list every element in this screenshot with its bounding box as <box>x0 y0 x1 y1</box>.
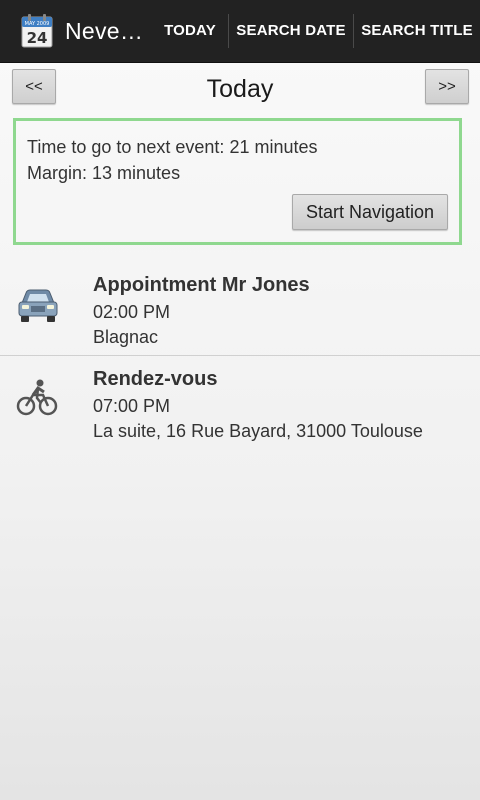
actionbar-divider <box>353 14 354 48</box>
start-navigation-button[interactable]: Start Navigation <box>292 194 448 230</box>
margin-text: Margin: 13 minutes <box>27 163 181 183</box>
actionbar-divider <box>228 14 229 48</box>
svg-text:24: 24 <box>27 29 48 47</box>
time-to-next-event: Time to go to next event: 21 minutes <box>27 137 318 157</box>
next-day-button[interactable]: >> <box>425 69 469 104</box>
action-bar: MAY 2009 24 Neve… TODAY SEARCH DATE SEAR… <box>0 0 480 63</box>
event-time: 02:00 PM <box>93 302 171 322</box>
today-action[interactable]: TODAY <box>158 0 222 62</box>
event-location: La suite, 16 Rue Bayard, 31000 Toulouse <box>93 421 423 441</box>
day-title: Today <box>206 75 274 103</box>
app-title: Neve… <box>65 18 144 44</box>
event-title: Appointment Mr Jones <box>93 274 310 296</box>
car-icon <box>18 289 58 322</box>
next-event-panel: Time to go to next event: 21 minutes Mar… <box>13 118 462 245</box>
event-list-item[interactable]: Appointment Mr Jones 02:00 PM Blagnac <box>0 262 480 354</box>
event-title: Rendez-vous <box>93 368 218 390</box>
search-date-action[interactable]: SEARCH DATE <box>234 0 348 62</box>
bicycle-icon <box>16 379 58 416</box>
event-location: Blagnac <box>93 327 159 347</box>
event-time: 07:00 PM <box>93 396 171 416</box>
event-list-item[interactable]: Rendez-vous 07:00 PM La suite, 16 Rue Ba… <box>0 356 480 448</box>
previous-day-button[interactable]: << <box>12 69 56 104</box>
calendar-app-icon[interactable]: MAY 2009 24 <box>21 14 53 48</box>
search-title-action[interactable]: SEARCH TITLE <box>359 0 475 62</box>
svg-text:MAY 2009: MAY 2009 <box>25 21 50 27</box>
